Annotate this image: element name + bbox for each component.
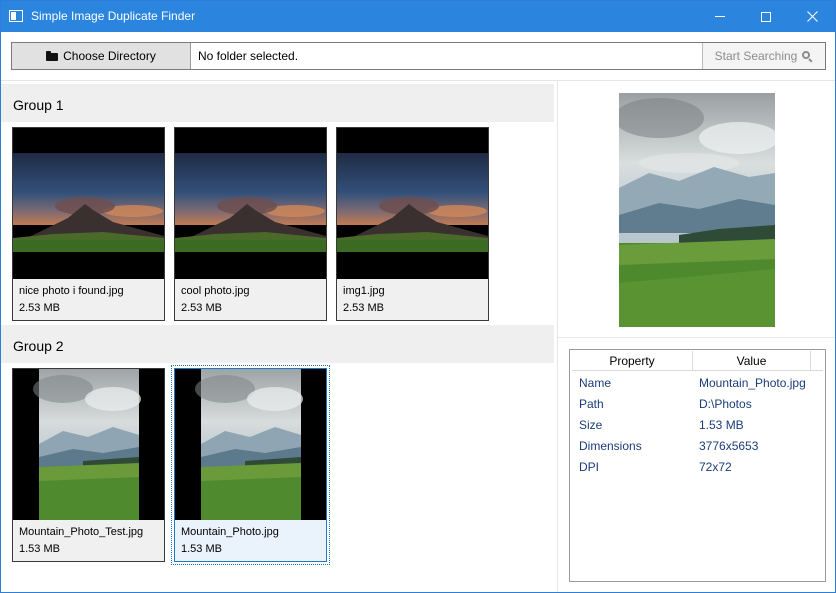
start-searching-button[interactable]: Start Searching <box>702 43 825 69</box>
image-tile[interactable]: cool photo.jpg 2.53 MB <box>174 127 327 321</box>
group-title: Group 1 <box>13 97 64 113</box>
minimize-button[interactable] <box>697 1 743 32</box>
title-bar[interactable]: Simple Image Duplicate Finder <box>1 1 835 32</box>
property-row[interactable]: Path D:\Photos <box>570 393 825 414</box>
duplicate-groups-list[interactable]: Group 1 nice photo i found.jpg 2.53 MB c… <box>1 81 557 592</box>
maximize-icon <box>761 11 771 22</box>
image-thumbnail <box>175 369 326 520</box>
maximize-button[interactable] <box>743 1 789 32</box>
property-row[interactable]: Name Mountain_Photo.jpg <box>570 372 825 393</box>
image-file-name: cool photo.jpg <box>181 285 250 297</box>
image-file-name: Mountain_Photo_Test.jpg <box>19 526 144 538</box>
image-file-size: 2.53 MB <box>19 302 60 314</box>
folder-icon <box>46 51 59 61</box>
image-thumbnail <box>13 128 164 279</box>
image-thumbnail <box>175 128 326 279</box>
app-window-icon <box>9 10 23 22</box>
image-thumbnail <box>13 369 164 520</box>
window-title: Simple Image Duplicate Finder <box>31 9 196 23</box>
image-file-size: 1.53 MB <box>19 543 60 555</box>
properties-header: Property Value <box>572 351 823 371</box>
property-value: Mountain_Photo.jpg <box>699 376 806 390</box>
property-key: Size <box>579 418 603 432</box>
close-icon <box>806 11 818 22</box>
property-value: 3776x5653 <box>699 439 759 453</box>
property-key: Path <box>579 397 604 411</box>
preview-divider <box>558 337 835 338</box>
properties-table[interactable]: Property Value Name Mountain_Photo.jpg P… <box>569 349 826 582</box>
image-tile[interactable]: img1.jpg 2.53 MB <box>336 127 489 321</box>
group-header: Group 2 <box>1 325 554 363</box>
property-key: Name <box>579 376 612 390</box>
column-header-property[interactable]: Property <box>572 351 693 371</box>
close-button[interactable] <box>789 1 835 32</box>
column-header-value[interactable]: Value <box>693 351 811 371</box>
group-header: Group 1 <box>1 84 554 122</box>
folder-path-field: No folder selected. <box>198 49 299 63</box>
property-key: Dimensions <box>579 439 642 453</box>
image-preview <box>619 93 775 327</box>
group-title: Group 2 <box>13 338 64 354</box>
choose-directory-label: Choose Directory <box>63 49 156 63</box>
property-row[interactable]: Dimensions 3776x5653 <box>570 435 825 456</box>
image-tile[interactable]: Mountain_Photo_Test.jpg 1.53 MB <box>12 368 165 562</box>
start-searching-label: Start Searching <box>714 49 798 63</box>
property-key: DPI <box>579 460 600 474</box>
property-row[interactable]: Size 1.53 MB <box>570 414 825 435</box>
image-thumbnail <box>337 128 488 279</box>
image-file-name: nice photo i found.jpg <box>19 285 124 297</box>
image-file-name: img1.jpg <box>343 285 385 297</box>
toolbar: Choose Directory No folder selected. Sta… <box>11 42 826 70</box>
image-file-name: Mountain_Photo.jpg <box>181 526 279 538</box>
minimize-icon <box>715 16 725 17</box>
search-icon <box>802 50 813 63</box>
image-file-size: 2.53 MB <box>343 302 384 314</box>
property-value: D:\Photos <box>699 397 752 411</box>
choose-directory-button[interactable]: Choose Directory <box>12 43 191 69</box>
image-file-size: 2.53 MB <box>181 302 222 314</box>
image-file-size: 1.53 MB <box>181 543 222 555</box>
image-tile[interactable]: nice photo i found.jpg 2.53 MB <box>12 127 165 321</box>
property-row[interactable]: DPI 72x72 <box>570 456 825 477</box>
property-value: 1.53 MB <box>699 418 744 432</box>
app-window: Simple Image Duplicate Finder Choose Dir… <box>0 0 836 593</box>
image-tile-selected[interactable]: Mountain_Photo.jpg 1.53 MB <box>171 365 330 565</box>
property-value: 72x72 <box>699 460 732 474</box>
